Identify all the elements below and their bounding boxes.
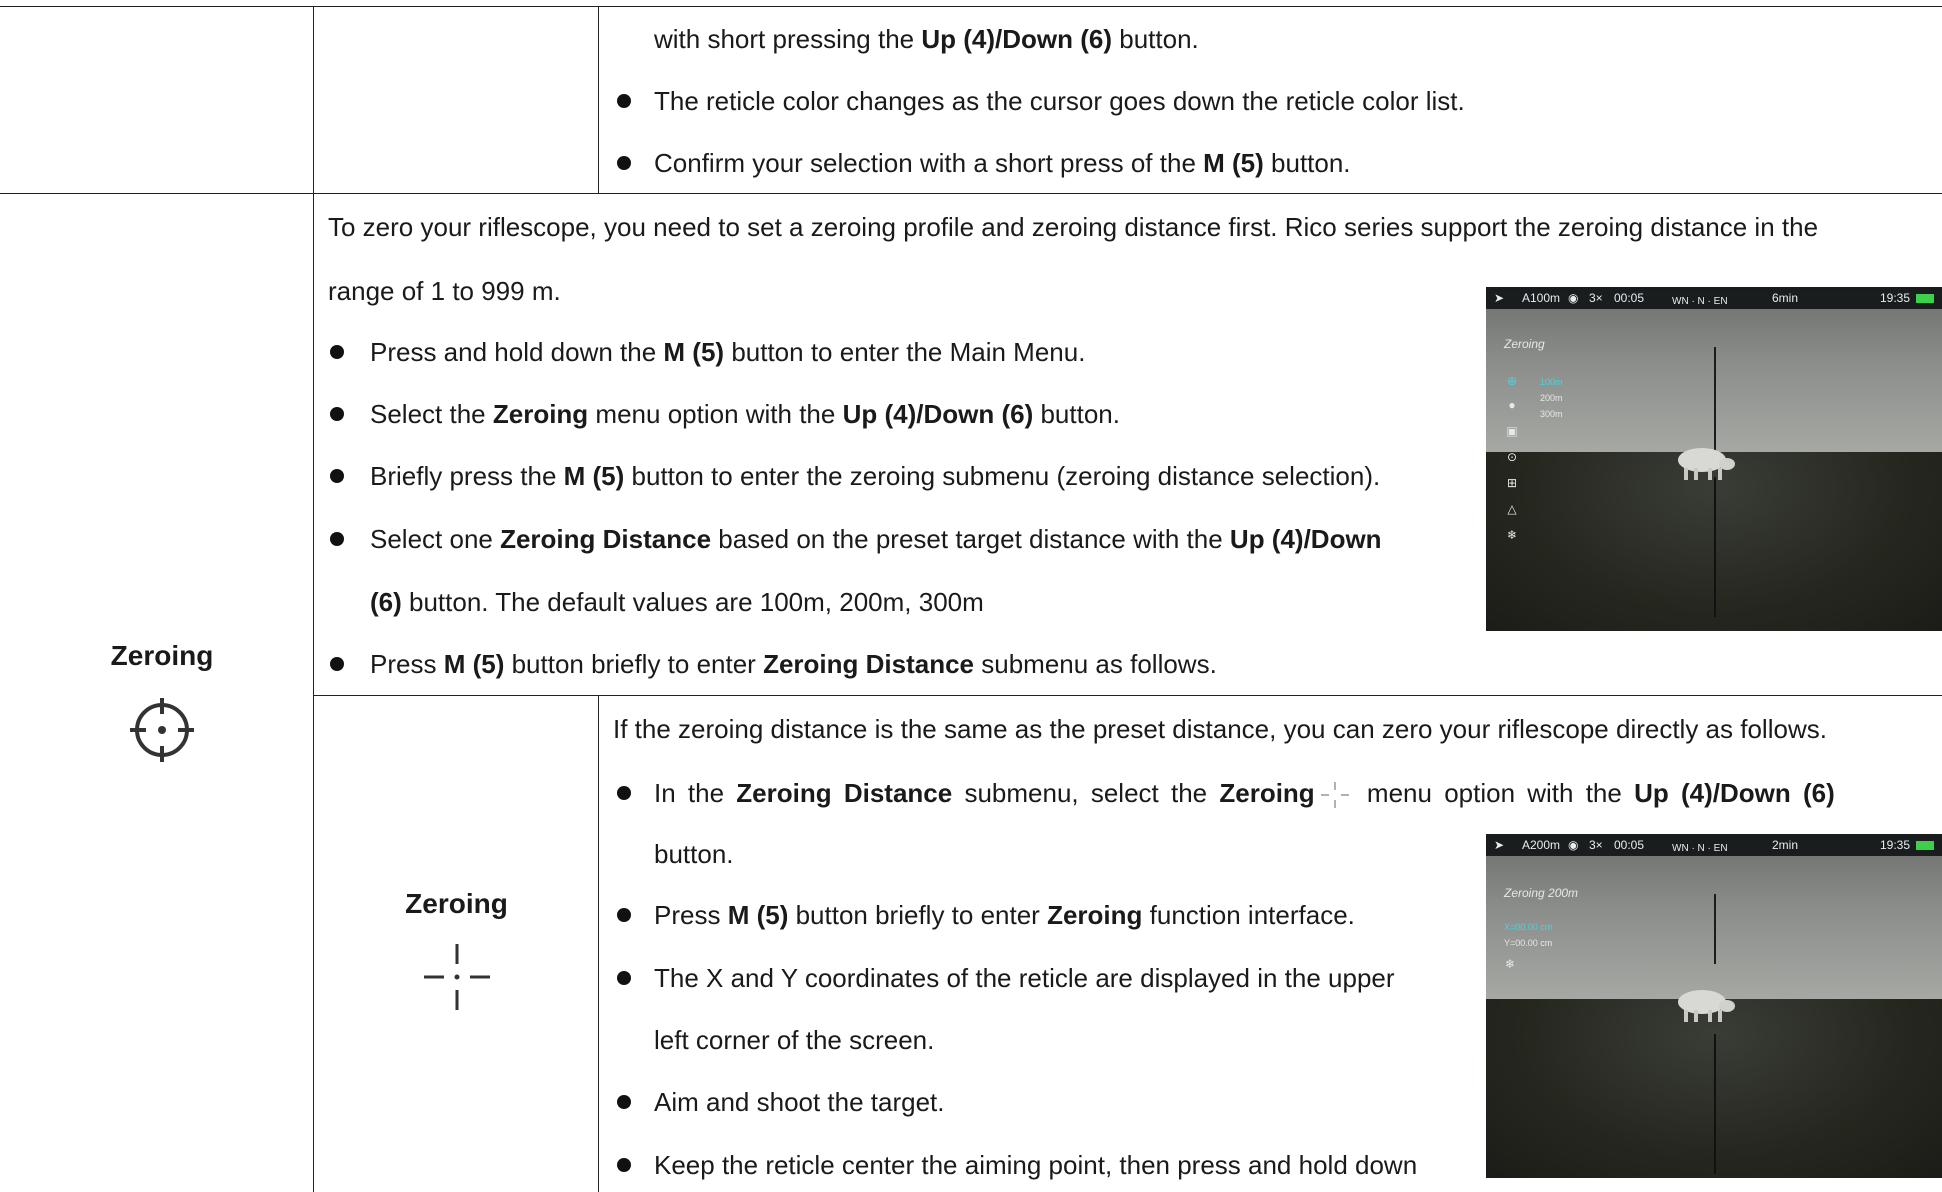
menu-title: Zeroing 200m [1504, 886, 1579, 900]
x-coordinate: X=00.00 cm [1504, 922, 1553, 932]
bullet-dot [330, 407, 344, 421]
distance-200: 200m [1540, 393, 1563, 403]
sub-bullet-1: In the Zeroing Distance submenu, select … [654, 778, 1835, 810]
sub-bullet-4: Aim and shoot the target. [654, 1087, 945, 1117]
crosshair-circle-icon [130, 698, 194, 762]
freeze-icon: ❄ [1504, 957, 1516, 971]
settings-icon: ❄ [1506, 528, 1518, 542]
zeroing-bullet-3: Briefly press the M (5) button to enter … [370, 461, 1381, 491]
sub-zeroing-label: Zeroing [405, 888, 508, 919]
bullet-dot [617, 908, 631, 922]
zeroing-intro-line2: range of 1 to 999 m. [328, 276, 561, 306]
sub-bullet-3-cont: left corner of the screen. [654, 1025, 935, 1055]
sub-bullet-3: The X and Y coordinates of the reticle a… [654, 963, 1395, 993]
crosshair-icon: ⊕ [1506, 374, 1518, 388]
row1-line0: with short pressing the Up (4)/Down (6) … [654, 24, 1199, 54]
zeroing-bullet-4: Select one Zeroing Distance based on the… [370, 524, 1382, 554]
menu-title: Zeroing [1504, 337, 1545, 351]
bullet-dot [330, 657, 344, 671]
display-icon: ▣ [1506, 424, 1518, 438]
reticle-icon: ⊙ [1506, 450, 1518, 464]
table-top-border [0, 6, 1942, 7]
boar-silhouette [1678, 448, 1735, 480]
row1-bullet2: Confirm your selection with a short pres… [654, 148, 1351, 178]
zeroing-bullet-1: Press and hold down the M (5) button to … [370, 337, 1086, 367]
row-divider [0, 193, 1942, 194]
bullet-dot [617, 971, 631, 985]
reticle-cross-icon [424, 944, 490, 1010]
col-divider-2-top [598, 6, 599, 193]
zeroing-bullet-2: Select the Zeroing menu option with the … [370, 399, 1120, 429]
reticle-inline-icon [1320, 782, 1349, 809]
plus-box-icon: ⊞ [1506, 476, 1518, 490]
sub-bullet-5: Keep the reticle center the aiming point… [654, 1150, 1418, 1180]
zeroing-menu-screenshot: ➤ A100m ◉ 3× 00:05 WN · N · EN 6min 19:3… [1486, 287, 1942, 631]
bullet-dot [617, 94, 631, 108]
zeroing-bullet-5: Press M (5) button briefly to enter Zero… [370, 649, 1217, 679]
col-divider-1 [313, 6, 314, 1192]
boar-silhouette [1678, 990, 1735, 1022]
col-divider-2-bottom [598, 695, 599, 1192]
zeroing-bullet-4-cont: (6) button. The default values are 100m,… [370, 587, 984, 617]
bullet-dot [617, 156, 631, 170]
bullet-dot [330, 469, 344, 483]
bullet-dot [617, 786, 631, 800]
distance-100: 100m [1540, 377, 1563, 387]
sub-bullet-1-cont: button. [654, 839, 734, 869]
bullet-dot [330, 532, 344, 546]
sub-intro: If the zeroing distance is the same as t… [613, 714, 1827, 744]
row1-bullet1: The reticle color changes as the cursor … [654, 86, 1465, 116]
bullet-dot [330, 345, 344, 359]
subrow-divider [314, 695, 1942, 696]
bullet-dot [617, 1158, 631, 1172]
status-bar: ➤ A200m ◉ 3× 00:05 WN · N · EN 2min 19:3… [1486, 834, 1942, 856]
status-bar: ➤ A100m ◉ 3× 00:05 WN · N · EN 6min 19:3… [1486, 287, 1942, 309]
zeroing-function-screenshot: ➤ A200m ◉ 3× 00:05 WN · N · EN 2min 19:3… [1486, 834, 1942, 1178]
zeroing-label: Zeroing [110, 640, 214, 671]
zeroing-intro-line1: To zero your riflescope, you need to set… [328, 212, 1819, 242]
distance-300: 300m [1540, 409, 1563, 419]
compass-icon: △ [1507, 502, 1517, 516]
y-coordinate: Y=00.00 cm [1504, 938, 1553, 948]
bullet-dot [617, 1095, 631, 1109]
mic-icon: ● [1508, 398, 1516, 412]
sub-bullet-2: Press M (5) button briefly to enter Zero… [654, 900, 1355, 930]
